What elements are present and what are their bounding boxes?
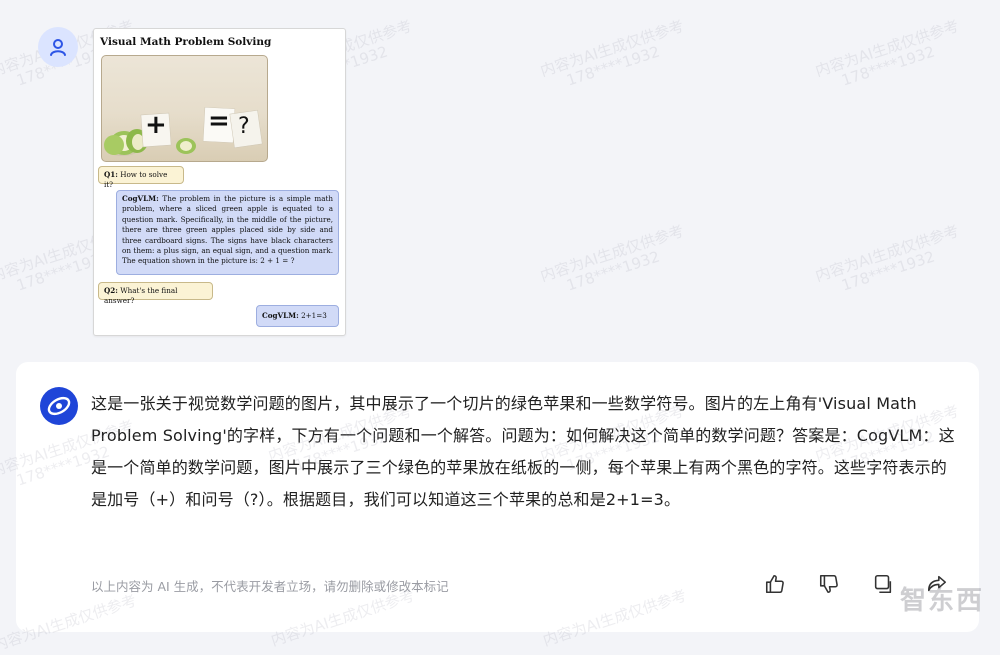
plus-sign: + bbox=[145, 110, 167, 140]
uploaded-image[interactable]: Visual Math Problem Solving + = ? Q1: Ho… bbox=[93, 28, 346, 336]
thumbs-up-icon bbox=[765, 574, 784, 594]
image-title: Visual Math Problem Solving bbox=[100, 36, 272, 48]
answer-bubble-1: CogVLM: The problem in the picture is a … bbox=[116, 190, 339, 275]
dislike-button[interactable] bbox=[817, 572, 841, 596]
thumbs-down-icon bbox=[819, 574, 838, 594]
equals-sign: = bbox=[208, 106, 230, 136]
ai-response-text: 这是一张关于视觉数学问题的图片，其中展示了一个切片的绿色苹果和一些数学符号。图片… bbox=[91, 394, 955, 509]
copy-icon bbox=[874, 574, 892, 594]
bot-avatar bbox=[40, 387, 78, 425]
watermark: 内容为AI生成仅供参考178****1932 bbox=[813, 16, 962, 90]
answer-bubble-2: CogVLM: 2+1=3 bbox=[256, 305, 339, 327]
ai-response-panel: 这是一张关于视觉数学问题的图片，其中展示了一个切片的绿色苹果和一些数学符号。图片… bbox=[16, 362, 979, 632]
apple-photo-graphic bbox=[104, 106, 263, 156]
bot-logo-icon bbox=[47, 396, 71, 416]
copy-button[interactable] bbox=[871, 572, 895, 596]
question-bubble-1: Q1: How to solve it? bbox=[98, 166, 184, 189]
user-avatar bbox=[38, 27, 78, 67]
question-sign: ? bbox=[238, 114, 250, 139]
ai-disclaimer: 以上内容为 AI 生成，不代表开发者立场，请勿删除或修改本标记 bbox=[91, 579, 449, 594]
question-bubble-2: Q2: What's the final answer? bbox=[98, 282, 213, 305]
like-button[interactable] bbox=[763, 572, 787, 596]
watermark: 内容为AI生成仅供参考178****1932 bbox=[813, 221, 962, 295]
brand-watermark-logo: 智东西 bbox=[899, 586, 984, 616]
user-icon bbox=[50, 39, 66, 56]
apple-math-photo: + = ? bbox=[101, 55, 268, 162]
watermark: 内容为AI生成仅供参考178****1932 bbox=[538, 16, 687, 90]
watermark: 内容为AI生成仅供参考178****1932 bbox=[538, 221, 687, 295]
